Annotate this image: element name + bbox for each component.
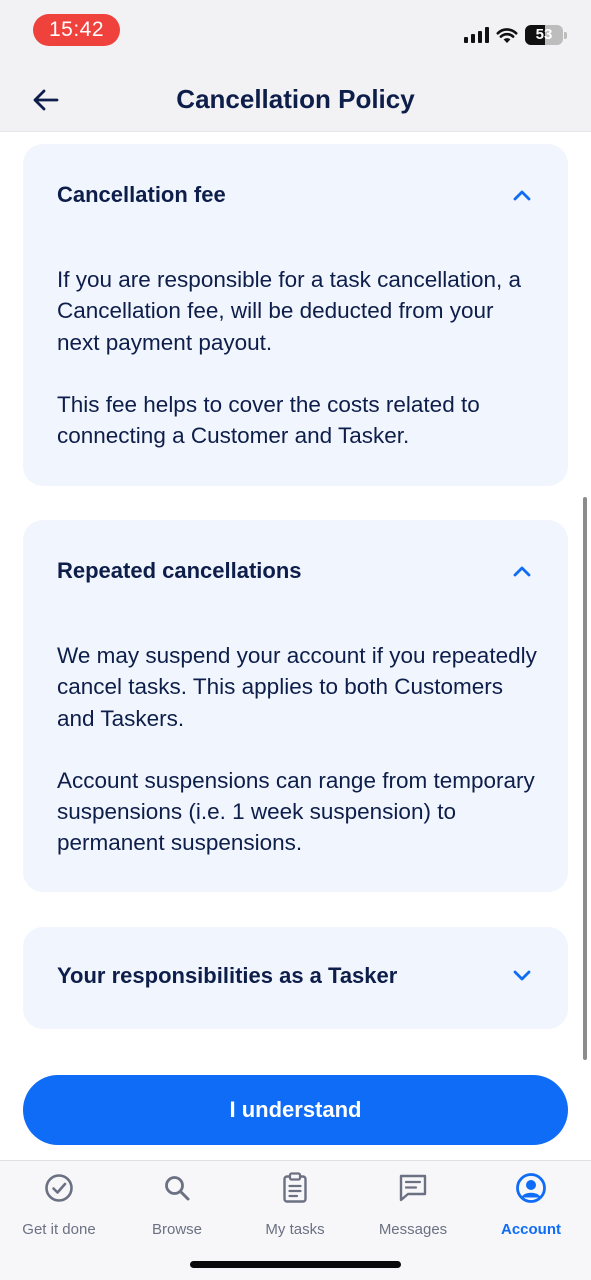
page-title: Cancellation Policy [176,84,415,114]
section-title: Cancellation fee [57,182,226,207]
check-circle-icon [42,1171,76,1205]
status-bar: 15:42 53 [0,0,591,64]
section-paragraph: We may suspend your account if you repea… [57,643,537,731]
i-understand-button[interactable]: I understand [23,1075,568,1145]
section-title: Your responsibilities as a Tasker [57,963,398,988]
chevron-up-icon[interactable] [510,183,534,207]
nav-header: Cancellation Policy [0,64,591,132]
tab-label: Get it done [22,1221,96,1238]
section-body: If you are responsible for a task cancel… [57,264,538,451]
clipboard-icon [278,1171,312,1205]
tab-label: Account [501,1221,561,1238]
tab-my-tasks[interactable]: My tasks [236,1171,354,1238]
chevron-up-icon[interactable] [510,559,534,583]
section-paragraph: Account suspensions can range from tempo… [57,767,535,856]
section-header-cancellation-fee[interactable]: Cancellation fee [57,182,534,208]
section-header-repeated-cancellations[interactable]: Repeated cancellations [57,558,534,584]
wifi-icon [496,27,518,43]
tab-label: Messages [378,1221,448,1238]
tab-browse[interactable]: Browse [118,1171,236,1238]
section-card-cancellation-fee: Cancellation fee If you are responsible … [23,144,568,486]
tab-messages[interactable]: Messages [354,1171,472,1238]
signal-icon [464,27,489,43]
policy-content[interactable]: Cancellation fee If you are responsible … [0,132,591,1160]
section-card-repeated-cancellations: Repeated cancellations We may suspend yo… [23,520,568,892]
section-paragraph: If you are responsible for a task cancel… [57,267,522,355]
section-title: Repeated cancellations [57,558,302,583]
search-icon [160,1171,194,1205]
battery-icon: 53 [525,25,567,45]
battery-level: 53 [535,26,553,43]
tab-label: Browse [151,1221,203,1238]
tab-get-it-done[interactable]: Get it done [0,1171,118,1238]
section-header-responsibilities[interactable]: Your responsibilities as a Tasker [57,963,534,989]
chat-icon [396,1171,430,1205]
section-paragraph: This fee helps to cover the costs relate… [57,391,480,449]
tab-account[interactable]: Account [472,1171,590,1238]
chevron-down-icon[interactable] [510,964,534,988]
home-indicator[interactable] [190,1261,401,1268]
section-body: We may suspend your account if you repea… [57,640,538,859]
status-icons: 53 [464,24,567,46]
scrollbar[interactable] [583,497,587,1060]
user-circle-icon [514,1171,548,1205]
section-card-responsibilities: Your responsibilities as a Tasker [23,927,568,1029]
status-time: 15:42 [33,14,120,46]
tab-label: My tasks [265,1221,325,1238]
